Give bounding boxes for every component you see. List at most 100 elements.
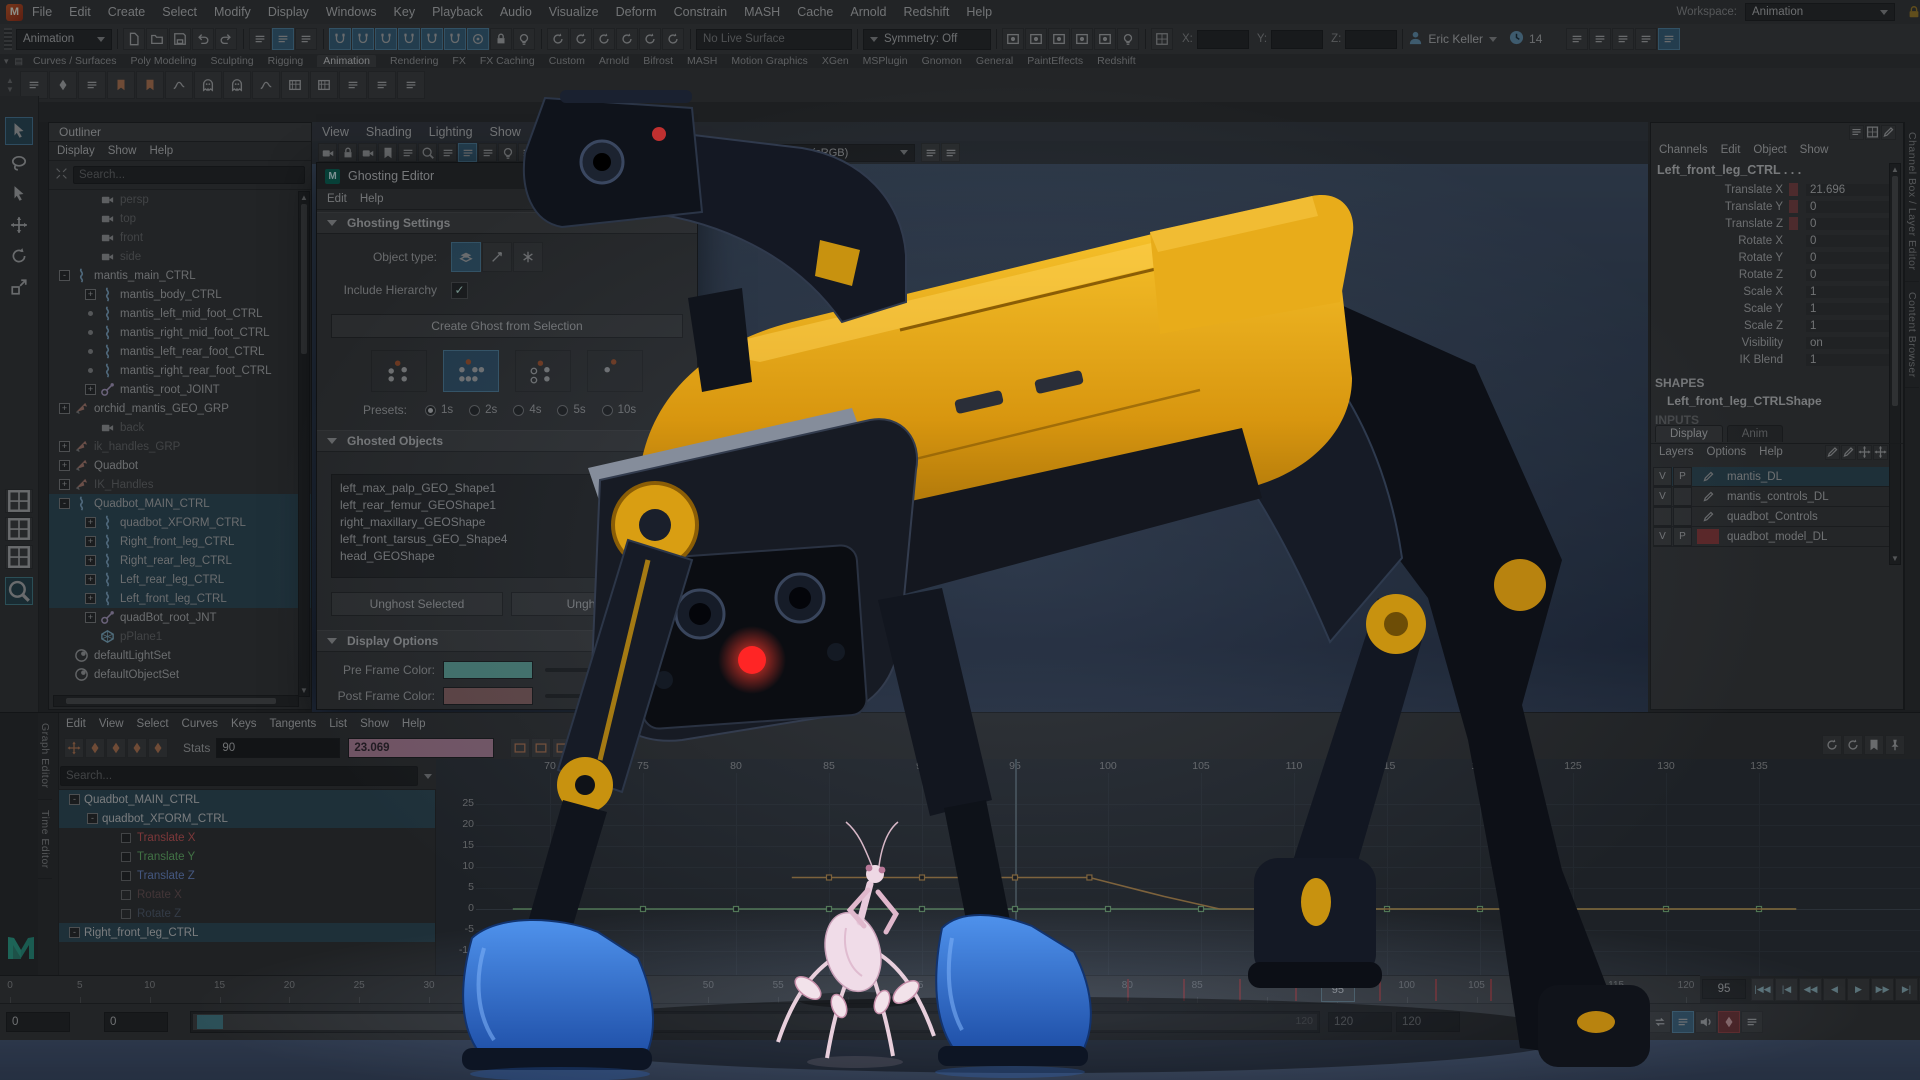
channel-value[interactable]: 0 [1806,269,1892,281]
main-menu-redshift[interactable]: Redshift [904,5,950,19]
maximize-icon[interactable]: ▢ [641,169,665,183]
ghosted-object-item[interactable]: left_max_palp_GEO_Shape1 [340,480,674,497]
dope-sheet-icon[interactable] [281,71,309,99]
channel-attribute-scale-y[interactable]: Scale Y1 [1651,300,1903,317]
display-layer-quadbot-controls[interactable]: quadbot_Controls [1653,507,1889,527]
textured-icon[interactable] [478,143,497,162]
channel-box-node-name[interactable]: Left_front_leg_CTRL . . . [1651,159,1903,181]
playback-options-icon[interactable] [1672,1011,1694,1033]
outliner-item-ik-handles[interactable]: +IK_Handles [49,475,311,494]
channel-value[interactable]: 1 [1806,354,1892,366]
lock-camera-icon[interactable] [338,143,357,162]
play-backwards-button[interactable]: ◀ [1823,978,1846,1001]
ghosted-object-item[interactable]: left_rear_femur_GEOShape1 [340,497,674,514]
motion-trail-icon[interactable] [165,71,193,99]
show-channels-icon[interactable] [1849,125,1864,140]
graph-editor-menu-view[interactable]: View [99,718,124,730]
signed-in-user[interactable]: Eric Keller [1428,32,1483,46]
mute-audio-icon[interactable] [1695,1011,1717,1033]
attribute-editor-icon[interactable] [1635,28,1657,50]
keyframe-tick[interactable] [1602,979,1604,1001]
graph-editor-curve-view[interactable]: 2520151050-5-107075808590951001051101151… [436,759,1920,976]
layer-pencil-icon[interactable] [1697,509,1719,524]
outliner-item-top[interactable]: top [49,209,311,228]
layer-visibility-toggle[interactable]: V [1653,487,1672,506]
outliner-item-right-rear-leg-ctrl[interactable]: +Right_rear_leg_CTRL [49,551,311,570]
layer-visibility-toggle[interactable]: V [1653,527,1672,546]
chevron-down-icon[interactable] [424,774,432,779]
go-to-start-button[interactable]: |◀◀ [1751,978,1774,1001]
select-camera-icon[interactable] [318,143,337,162]
anim-evaluation-icon[interactable] [662,28,684,50]
playback-start-field[interactable] [104,1012,168,1032]
absolute-relative-icon[interactable] [1151,28,1173,50]
lock-selection-icon[interactable] [490,28,512,50]
shelf-scroll-arrows[interactable]: ▲▼ [6,76,20,94]
ghost-menu-help[interactable]: Help [360,193,384,205]
cache-clock-icon[interactable] [1509,30,1524,48]
select-tool-icon[interactable] [5,117,33,145]
shelf-tab-msplugin[interactable]: MSPlugin [863,55,908,67]
open-render-view-icon[interactable] [1002,28,1024,50]
x-coord-input[interactable] [1197,30,1249,49]
four-pane-layout-icon[interactable] [5,517,33,541]
select-hierarchy-icon[interactable] [249,28,271,50]
step-forward-frame-button[interactable]: ▶▶ [1871,978,1894,1001]
pre-frame-color-slider[interactable] [545,668,685,672]
channel-attribute-rotate-z[interactable]: Rotate Z0 [1651,266,1903,283]
expander-icon[interactable]: + [85,555,96,566]
shelf-tab-fx[interactable]: FX [452,55,465,67]
new-layer-from-selected-icon[interactable] [1841,445,1856,460]
preset-2s[interactable]: 2s [469,404,497,416]
redo-icon[interactable] [215,28,237,50]
keyframe-tick[interactable] [1379,979,1381,1001]
outliner-menu-show[interactable]: Show [108,145,137,157]
pin-curve-icon[interactable] [1885,735,1905,755]
layer-playback-toggle[interactable]: P [1673,527,1692,546]
main-menu-deform[interactable]: Deform [616,5,657,19]
unghost-all-button[interactable]: Unghost All [511,592,683,616]
image-plane-icon[interactable] [398,143,417,162]
z-coord-input[interactable] [1345,30,1397,49]
lattice-deform-keys-icon[interactable] [127,738,147,758]
outliner-item-defaultlightset[interactable]: defaultLightSet [49,646,311,665]
preset-1s[interactable]: 1s [425,404,453,416]
workspace-select[interactable]: Animation [1745,3,1895,21]
current-frame-marker[interactable]: 95 [1321,979,1355,1002]
2d-pan-zoom-icon[interactable] [418,143,437,162]
ipr-render-icon[interactable] [1048,28,1070,50]
snap-view-plane-icon[interactable] [421,28,443,50]
render-current-frame-icon[interactable] [1025,28,1047,50]
select-component-icon[interactable] [295,28,317,50]
set-key-icon[interactable] [49,71,77,99]
exposure-field[interactable] [649,144,691,162]
outliner-item-mantis-main-ctrl[interactable]: -mantis_main_CTRL [49,266,311,285]
auto-keyframe-icon[interactable] [1718,1011,1740,1033]
viewport-menu-view[interactable]: View [322,125,349,139]
ghost-pattern-preset-2[interactable] [443,350,499,392]
side-tab-content-browser[interactable]: Content Browser [1905,282,1919,389]
evaluation-mode-icon[interactable] [616,28,638,50]
make-live-icon[interactable] [467,28,489,50]
outliner-item-mantis-root-joint[interactable]: +mantis_root_JOINT [49,380,311,399]
outliner-item-mantis-right-mid-foot-ctrl[interactable]: mantis_right_mid_foot_CTRL [49,323,311,342]
layer-menu-help[interactable]: Help [1759,446,1783,458]
outliner-item-left-rear-leg-ctrl[interactable]: +Left_rear_leg_CTRL [49,570,311,589]
keyframe-tick[interactable] [1016,979,1018,1001]
keyframe-tick[interactable] [1127,979,1129,1001]
shelf-tab-mash[interactable]: MASH [687,55,717,67]
layer-visibility-toggle[interactable]: V [1653,467,1672,486]
side-tab-channel-box-layer-editor[interactable]: Channel Box / Layer Editor [1905,122,1919,282]
pre-infinity-cycle-icon[interactable] [1822,735,1842,755]
frame-playback-range-icon[interactable] [531,738,551,758]
outliner-pane-layout-icon[interactable] [5,545,33,569]
shelf-tab-motion-graphics[interactable]: Motion Graphics [731,55,807,67]
keyframe-tick[interactable] [1071,979,1073,1001]
post-infinity-cycle-icon[interactable] [1843,735,1863,755]
graph-editor-icon[interactable] [252,71,280,99]
stats-frame-input[interactable] [216,738,340,758]
outliner-item-pplane1[interactable]: pPlane1 [49,627,311,646]
unghost-selected-icon[interactable] [223,71,251,99]
channel-attribute-rotate-x[interactable]: Rotate X0 [1651,232,1903,249]
channel-value[interactable]: 0 [1806,201,1892,213]
